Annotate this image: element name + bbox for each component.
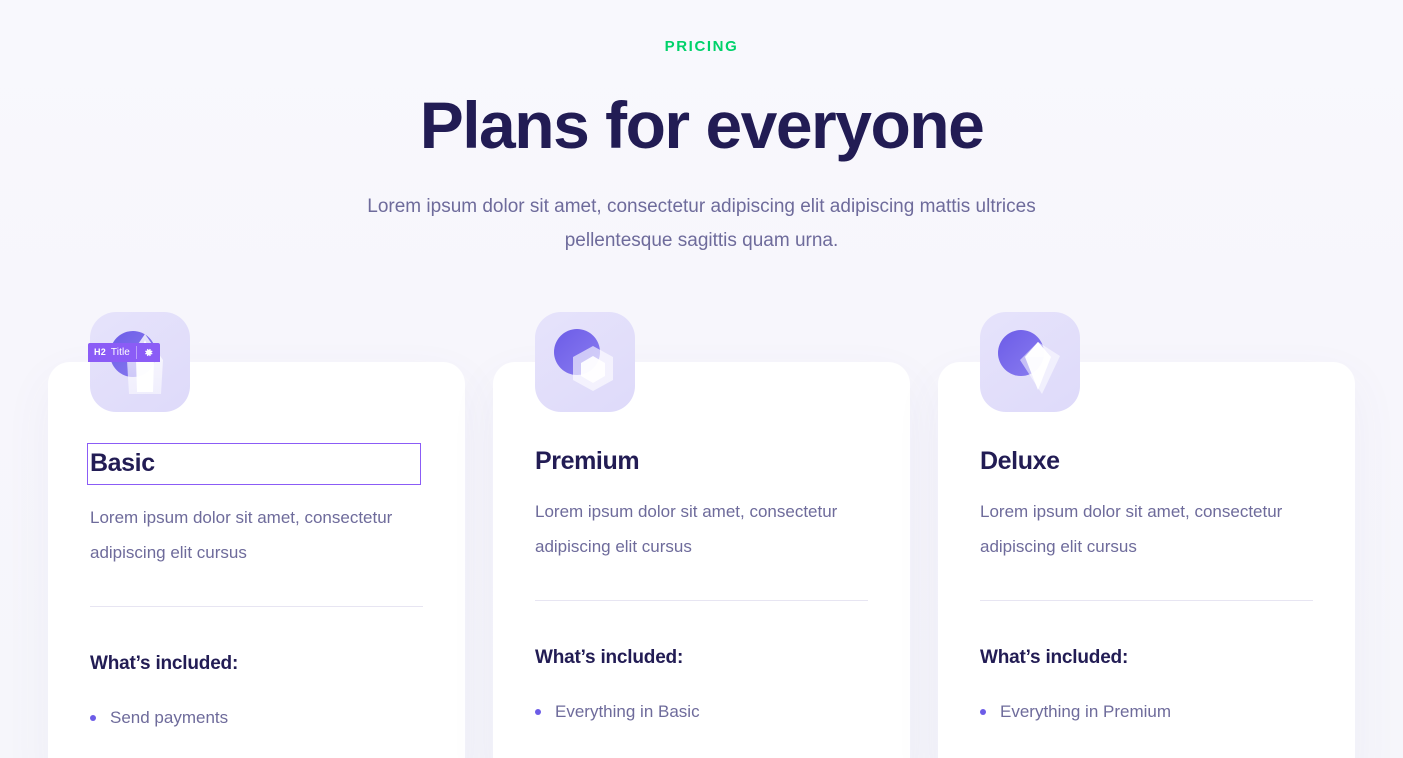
- plan-title-basic[interactable]: Basic: [87, 443, 421, 485]
- plan-title-deluxe[interactable]: Deluxe: [980, 444, 1313, 478]
- bullet-icon: [90, 715, 96, 721]
- list-item: Everything in Premium: [980, 695, 1313, 729]
- page-subtitle: Lorem ipsum dolor sit amet, consectetur …: [367, 196, 1036, 251]
- card-title-wrap: Premium: [535, 362, 868, 478]
- card-title-wrap: H2 Title Basic: [87, 343, 423, 485]
- feature-label: Everything in Basic: [555, 702, 700, 721]
- bullet-icon: [980, 709, 986, 715]
- card-title-wrap: Deluxe: [980, 362, 1313, 478]
- feature-list: Everything in Basic: [535, 695, 868, 729]
- plan-title-premium[interactable]: Premium: [535, 444, 868, 478]
- editor-element-badge[interactable]: H2 Title: [88, 343, 160, 362]
- included-heading: What’s included:: [90, 653, 239, 674]
- list-item: Send payments: [90, 701, 423, 735]
- pricing-card-deluxe[interactable]: Deluxe Lorem ipsum dolor sit amet, conse…: [938, 312, 1355, 758]
- plan-description: Lorem ipsum dolor sit amet, consectetur …: [980, 502, 1283, 556]
- plan-description: Lorem ipsum dolor sit amet, consectetur …: [90, 508, 393, 562]
- badge-separator: [135, 346, 137, 359]
- gear-icon[interactable]: [143, 347, 154, 358]
- feature-label: Send payments: [110, 708, 229, 727]
- pricing-card-list: H2 Title Basic Lorem ipsum dolor sit ame…: [48, 312, 1355, 758]
- pricing-card-premium[interactable]: Premium Lorem ipsum dolor sit amet, cons…: [493, 312, 910, 758]
- section-eyebrow: PRICING: [664, 38, 739, 55]
- card-divider: [535, 600, 868, 601]
- included-heading: What’s included:: [980, 647, 1129, 668]
- list-item: Everything in Basic: [535, 695, 868, 729]
- card-divider: [90, 606, 423, 607]
- included-heading: What’s included:: [535, 647, 684, 668]
- editor-tag-label: Title: [110, 347, 130, 358]
- pricing-card-basic[interactable]: H2 Title Basic Lorem ipsum dolor sit ame…: [48, 312, 465, 758]
- feature-list: Everything in Premium: [980, 695, 1313, 729]
- card-divider: [980, 600, 1313, 601]
- feature-label: Everything in Premium: [1000, 702, 1172, 721]
- plan-description: Lorem ipsum dolor sit amet, consectetur …: [535, 502, 838, 556]
- feature-list: Send payments: [90, 701, 423, 735]
- page-title: Plans for everyone: [419, 88, 985, 162]
- bullet-icon: [535, 709, 541, 715]
- pricing-page: PRICING Plans for everyone Lorem ipsum d…: [0, 0, 1403, 758]
- editor-tag-type: H2: [94, 347, 106, 357]
